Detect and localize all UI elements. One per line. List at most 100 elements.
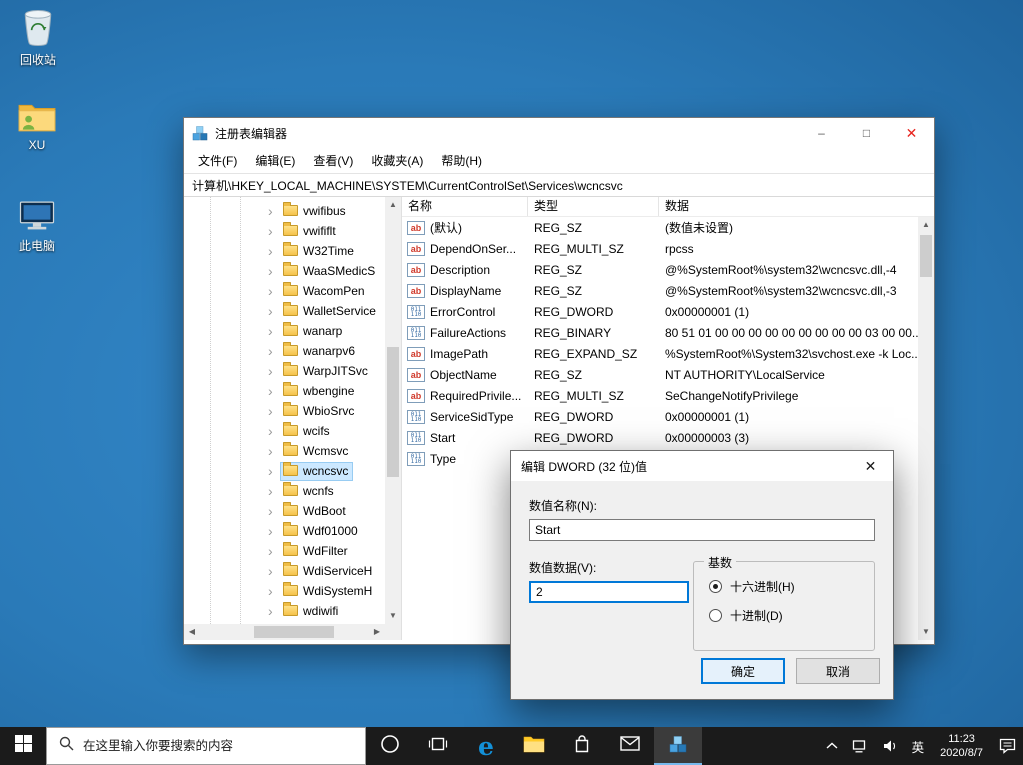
clock[interactable]: 11:23 2020/8/7 xyxy=(931,727,992,765)
tree-item-wdiwifi[interactable]: ›wdiwifi xyxy=(184,601,385,621)
tree-item-wbengine[interactable]: ›wbengine xyxy=(184,381,385,401)
scroll-down-icon[interactable]: ▼ xyxy=(918,624,934,640)
search-input[interactable] xyxy=(83,739,365,753)
start-button[interactable] xyxy=(0,727,46,765)
expand-chevron-icon[interactable]: › xyxy=(268,364,281,378)
expand-chevron-icon[interactable]: › xyxy=(268,344,281,358)
expand-chevron-icon[interactable]: › xyxy=(268,604,281,618)
menu-edit[interactable]: 编辑(E) xyxy=(246,152,304,169)
scroll-down-icon[interactable]: ▼ xyxy=(385,608,401,624)
menu-help[interactable]: 帮助(H) xyxy=(432,152,491,169)
this-pc-desktop-icon[interactable]: 此电脑 xyxy=(0,199,74,254)
input-language-indicator[interactable]: 英 xyxy=(905,727,932,765)
tree-item-WaaSMedicS[interactable]: ›WaaSMedicS xyxy=(184,261,385,281)
scrollbar-thumb[interactable] xyxy=(920,235,932,277)
file-explorer-button[interactable] xyxy=(510,727,558,765)
expand-chevron-icon[interactable]: › xyxy=(268,384,281,398)
edge-button[interactable]: e xyxy=(462,727,510,765)
volume-icon[interactable] xyxy=(875,727,905,765)
expand-chevron-icon[interactable]: › xyxy=(268,284,281,298)
regedit-titlebar[interactable]: 注册表编辑器 – □ ✕ xyxy=(184,118,934,148)
ok-button[interactable]: 确定 xyxy=(701,658,785,684)
action-center-icon[interactable] xyxy=(992,727,1023,765)
registry-value-row[interactable]: abDescriptionREG_SZ@%SystemRoot%\system3… xyxy=(402,259,918,280)
tree-item-vwififlt[interactable]: ›vwififlt xyxy=(184,221,385,241)
tree-item-WacomPen[interactable]: ›WacomPen xyxy=(184,281,385,301)
tree-item-wcncsvc[interactable]: ›wcncsvc xyxy=(184,461,385,481)
tree-item-WdiServiceH[interactable]: ›WdiServiceH xyxy=(184,561,385,581)
value-data-input[interactable] xyxy=(529,581,689,603)
hex-radio-row[interactable]: 十六进制(H) xyxy=(709,578,874,595)
registry-value-row[interactable]: 011110FailureActionsREG_BINARY80 51 01 0… xyxy=(402,322,918,343)
registry-value-row[interactable]: 011110ServiceSidTypeREG_DWORD0x00000001 … xyxy=(402,406,918,427)
tree-item-Wcmsvc[interactable]: ›Wcmsvc xyxy=(184,441,385,461)
expand-chevron-icon[interactable]: › xyxy=(268,224,281,238)
expand-chevron-icon[interactable]: › xyxy=(268,504,281,518)
cortana-button[interactable] xyxy=(366,727,414,765)
scroll-right-icon[interactable]: ▶ xyxy=(369,624,385,640)
expand-chevron-icon[interactable]: › xyxy=(268,524,281,538)
dec-radio-row[interactable]: 十进制(D) xyxy=(709,607,874,624)
tree-item-W32Time[interactable]: ›W32Time xyxy=(184,241,385,261)
maximize-icon[interactable]: □ xyxy=(844,118,889,148)
tree-item-WalletService[interactable]: ›WalletService xyxy=(184,301,385,321)
registry-value-row[interactable]: abImagePathREG_EXPAND_SZ%SystemRoot%\Sys… xyxy=(402,343,918,364)
column-header-type[interactable]: 类型 xyxy=(528,197,659,216)
tree-item-wanarpv6[interactable]: ›wanarpv6 xyxy=(184,341,385,361)
scroll-up-icon[interactable]: ▲ xyxy=(385,197,401,213)
tree-vertical-scrollbar[interactable]: ▲ ▼ xyxy=(385,197,401,624)
close-icon[interactable]: ✕ xyxy=(889,118,934,148)
registry-value-row[interactable]: ab(默认)REG_SZ(数值未设置) xyxy=(402,217,918,238)
tree-item-vwifibus[interactable]: ›vwifibus xyxy=(184,201,385,221)
value-name-input[interactable] xyxy=(529,519,875,541)
menu-view[interactable]: 查看(V) xyxy=(304,152,362,169)
expand-chevron-icon[interactable]: › xyxy=(268,204,281,218)
mail-button[interactable] xyxy=(606,727,654,765)
expand-chevron-icon[interactable]: › xyxy=(268,544,281,558)
column-header-name[interactable]: 名称 xyxy=(402,197,528,216)
column-header-data[interactable]: 数据 xyxy=(659,197,934,216)
registry-value-row[interactable]: abObjectNameREG_SZNT AUTHORITY\LocalServ… xyxy=(402,364,918,385)
expand-chevron-icon[interactable]: › xyxy=(268,584,281,598)
minimize-icon[interactable]: – xyxy=(799,118,844,148)
menu-favorites[interactable]: 收藏夹(A) xyxy=(362,152,432,169)
tree-horizontal-scrollbar[interactable]: ◀ ▶ xyxy=(184,624,385,640)
menu-file[interactable]: 文件(F) xyxy=(189,152,246,169)
expand-chevron-icon[interactable]: › xyxy=(268,264,281,278)
network-icon[interactable] xyxy=(845,727,875,765)
tree-item-WarpJITSvc[interactable]: ›WarpJITSvc xyxy=(184,361,385,381)
expand-chevron-icon[interactable]: › xyxy=(268,304,281,318)
dialog-titlebar[interactable]: 编辑 DWORD (32 位)值 ✕ xyxy=(511,451,893,481)
registry-value-row[interactable]: abRequiredPrivile...REG_MULTI_SZSeChange… xyxy=(402,385,918,406)
task-view-button[interactable] xyxy=(414,727,462,765)
registry-value-row[interactable]: 011110ErrorControlREG_DWORD0x00000001 (1… xyxy=(402,301,918,322)
scrollbar-thumb[interactable] xyxy=(387,347,399,477)
recycle-bin-desktop-icon[interactable]: 回收站 xyxy=(1,8,75,68)
expand-chevron-icon[interactable]: › xyxy=(268,424,281,438)
expand-chevron-icon[interactable]: › xyxy=(268,324,281,338)
expand-chevron-icon[interactable]: › xyxy=(268,564,281,578)
tree-item-wanarp[interactable]: ›wanarp xyxy=(184,321,385,341)
tray-chevron-up-icon[interactable] xyxy=(819,727,845,765)
tree-item-wcifs[interactable]: ›wcifs xyxy=(184,421,385,441)
registry-value-row[interactable]: 011110StartREG_DWORD0x00000003 (3) xyxy=(402,427,918,448)
radio-dec[interactable] xyxy=(709,609,722,622)
expand-chevron-icon[interactable]: › xyxy=(268,484,281,498)
xu-folder-desktop-icon[interactable]: XU xyxy=(0,101,74,152)
tree-item-WdFilter[interactable]: ›WdFilter xyxy=(184,541,385,561)
cancel-button[interactable]: 取消 xyxy=(796,658,880,684)
scrollbar-thumb[interactable] xyxy=(254,626,334,638)
scroll-left-icon[interactable]: ◀ xyxy=(184,624,200,640)
dialog-close-icon[interactable]: ✕ xyxy=(848,451,893,481)
expand-chevron-icon[interactable]: › xyxy=(268,464,281,478)
tree-item-WdBoot[interactable]: ›WdBoot xyxy=(184,501,385,521)
radio-hex[interactable] xyxy=(709,580,722,593)
expand-chevron-icon[interactable]: › xyxy=(268,444,281,458)
list-vertical-scrollbar[interactable]: ▲ ▼ xyxy=(918,217,934,640)
registry-value-row[interactable]: abDependOnSer...REG_MULTI_SZrpcss xyxy=(402,238,918,259)
regedit-taskbar-button[interactable] xyxy=(654,727,702,765)
scroll-up-icon[interactable]: ▲ xyxy=(918,217,934,233)
tree-item-WbioSrvc[interactable]: ›WbioSrvc xyxy=(184,401,385,421)
expand-chevron-icon[interactable]: › xyxy=(268,244,281,258)
expand-chevron-icon[interactable]: › xyxy=(268,404,281,418)
